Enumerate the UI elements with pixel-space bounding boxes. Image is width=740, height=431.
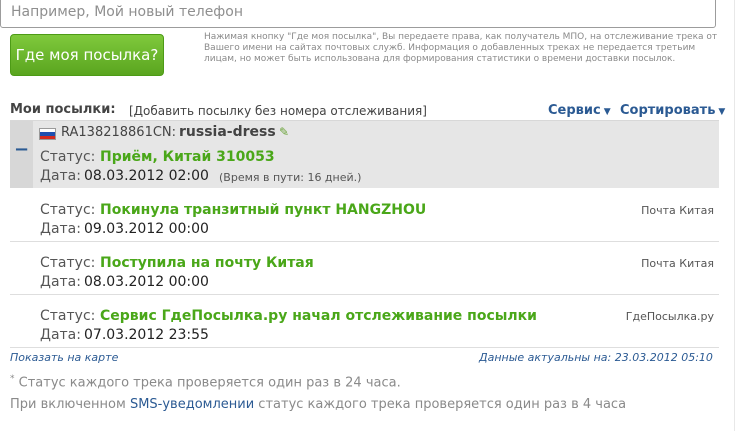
data-actual-timestamp: Данные актуальны на: 23.03.2012 05:10 <box>479 351 713 364</box>
sort-menu[interactable]: Сортировать ▼ <box>620 103 725 118</box>
collapse-button[interactable]: − <box>10 139 33 160</box>
status-value: Сервис ГдеПосылка.ру начал отслеживание … <box>100 308 537 324</box>
date-label: Дата: <box>40 274 81 290</box>
status-label: Статус: <box>40 308 96 324</box>
date-label: Дата: <box>40 327 81 343</box>
status-value: Покинула транзитный пункт HANGZHOU <box>100 202 427 218</box>
note-text: Статус каждого трека проверяется один ра… <box>14 375 401 391</box>
status-label: Статус: <box>40 202 96 218</box>
add-package-link[interactable]: [Добавить посылку без номера отслеживани… <box>129 104 427 118</box>
note-text: статус каждого трека проверяется один ра… <box>254 397 627 412</box>
sms-notification-link[interactable]: SMS-уведомлении <box>130 397 254 412</box>
note-check-frequency: * Статус каждого трека проверяется один … <box>10 374 401 390</box>
service-menu-label: Сервис <box>548 103 601 118</box>
status-label: Статус: <box>40 255 96 271</box>
chevron-down-icon: ▼ <box>603 107 611 117</box>
disclaimer-text: Нажимая кнопку "Где моя посылка", Вы пер… <box>204 32 718 64</box>
date-label: Дата: <box>40 221 81 237</box>
russia-flag-icon <box>39 128 56 140</box>
package-row[interactable]: − RA138218861CN: russia-dress ✎ Статус: … <box>10 121 719 188</box>
date-value: 08.03.2012 00:00 <box>84 274 209 290</box>
status-label: Статус: <box>40 149 96 165</box>
source-label: Почта Китая <box>641 257 714 270</box>
search-placeholder: Например, Мой новый телефон <box>11 4 243 20</box>
note-sms: При включенном SMS-уведомлении статус ка… <box>10 397 626 412</box>
section-title: Мои посылки: <box>10 102 116 117</box>
status-value: Приём, Китай 310053 <box>100 149 275 165</box>
date-value: 07.03.2012 23:55 <box>84 327 209 343</box>
service-menu[interactable]: Сервис ▼ <box>548 103 611 118</box>
search-input[interactable]: Например, Мой новый телефон <box>0 0 716 28</box>
flag-stripe <box>40 135 55 139</box>
transit-time: (Время в пути: 16 дней.) <box>219 171 362 184</box>
history-row: Статус: Поступила на почту Китая Дата: 0… <box>0 241 740 294</box>
history-row: Статус: Покинула транзитный пункт HANGZH… <box>0 188 740 241</box>
sort-menu-label: Сортировать <box>620 103 716 118</box>
history-row: Статус: Сервис ГдеПосылка.ру начал отсле… <box>0 294 740 347</box>
edit-pencil-icon[interactable]: ✎ <box>279 125 289 139</box>
source-label: Почта Китая <box>641 204 714 217</box>
date-value: 08.03.2012 02:00 <box>84 168 209 184</box>
track-button[interactable]: Где моя посылка? <box>10 34 164 76</box>
chevron-down-icon: ▼ <box>718 107 726 117</box>
show-on-map-link[interactable]: Показать на карте <box>10 351 118 364</box>
source-label: ГдеПосылка.ру <box>625 310 714 323</box>
divider <box>10 347 719 348</box>
date-value: 09.03.2012 00:00 <box>84 221 209 237</box>
tracking-number: RA138218861CN: <box>61 125 177 140</box>
note-text: При включенном <box>10 397 130 412</box>
date-label: Дата: <box>40 168 81 184</box>
status-value: Поступила на почту Китая <box>100 255 314 271</box>
package-name: russia-dress <box>179 124 276 140</box>
